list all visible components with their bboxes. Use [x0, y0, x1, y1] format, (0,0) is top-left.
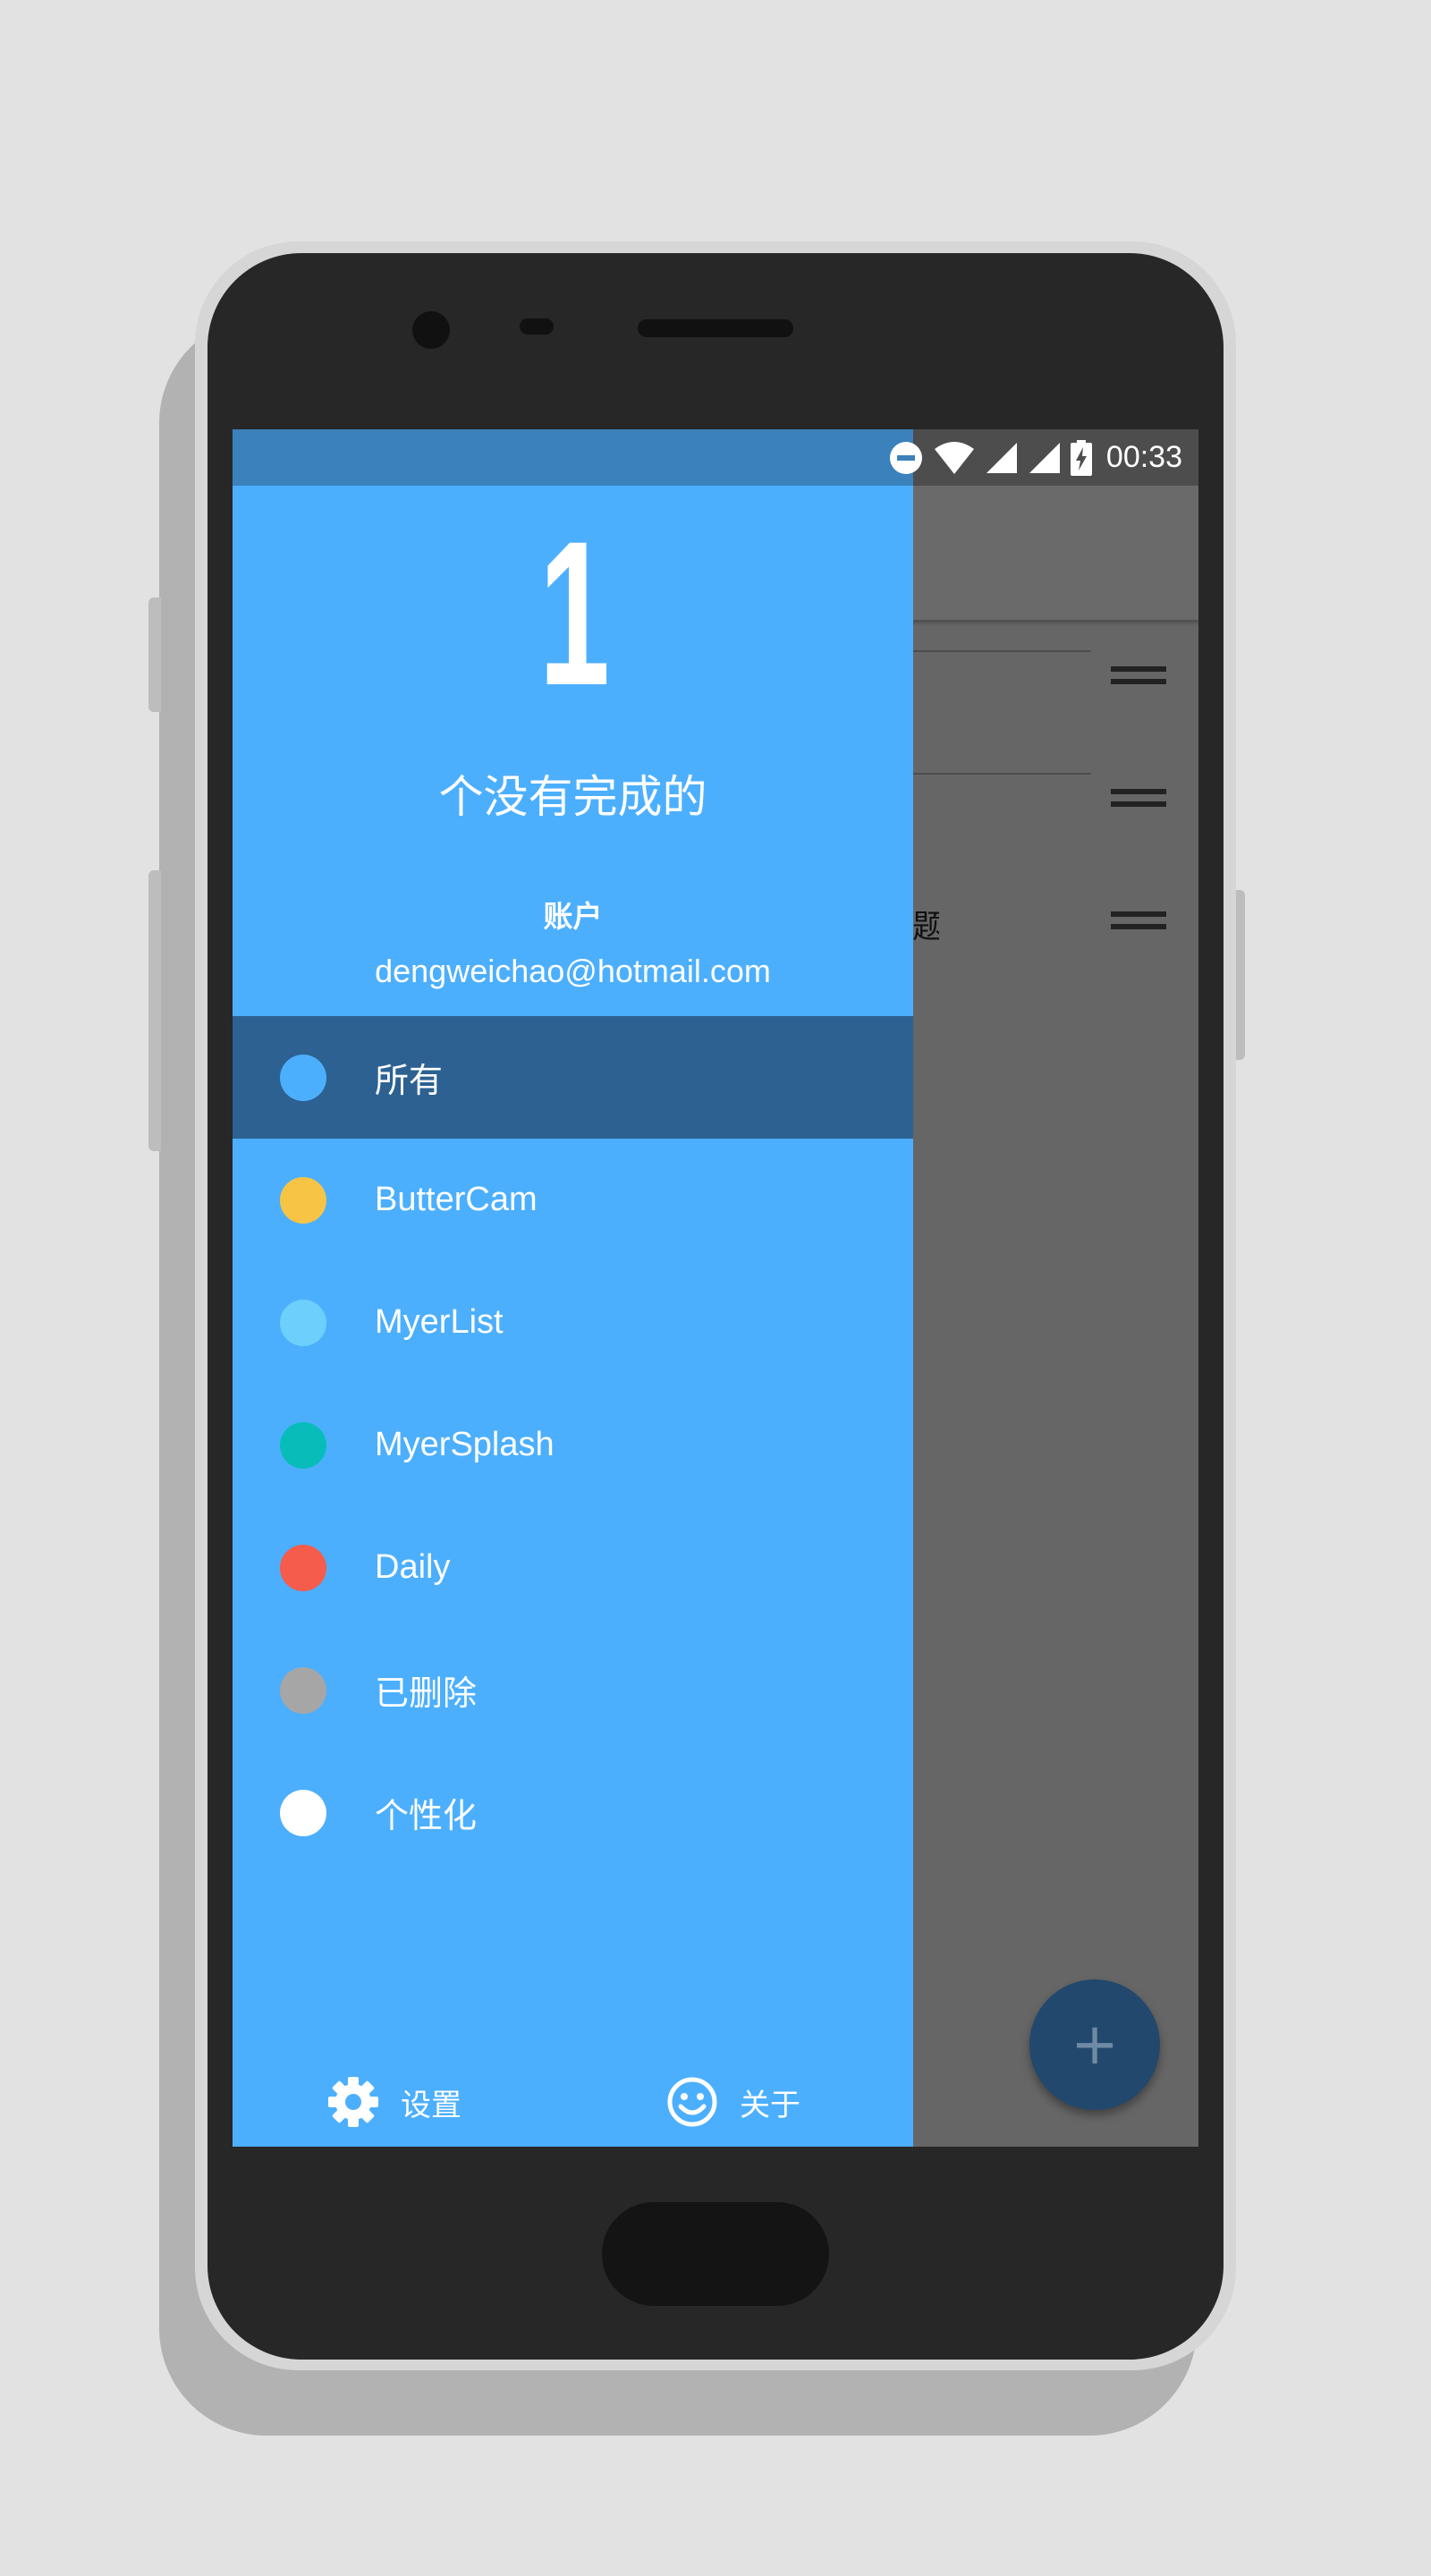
account-email[interactable]: dengweichao@hotmail.com: [233, 953, 913, 990]
smiley-icon: [667, 2077, 717, 2127]
do-not-disturb-icon: [889, 441, 922, 474]
category-color-dot: [280, 1544, 326, 1591]
plus-icon: +: [1071, 2012, 1119, 2078]
category-color-dot: [280, 1299, 326, 1346]
about-label: 关于: [740, 2087, 800, 2123]
category-color-dot: [280, 1789, 326, 1836]
settings-button[interactable]: 设置: [327, 2057, 461, 2147]
account-title: 账户: [543, 899, 603, 934]
status-icons: 00:33: [888, 429, 1182, 486]
drag-handle-icon[interactable]: [1111, 666, 1166, 693]
settings-label: 设置: [401, 2087, 461, 2123]
category-label: 所有: [375, 1063, 444, 1100]
category-item-myerlist[interactable]: MyerList: [233, 1261, 913, 1384]
drawer-footer: 设置 关于: [233, 2057, 913, 2147]
navigation-drawer: 1 个没有完成的 账户 dengweichao@hotmail.com 所有 B…: [233, 486, 913, 2147]
category-item-daily[interactable]: Daily: [233, 1506, 913, 1629]
category-item-myersplash[interactable]: MyerSplash: [233, 1384, 913, 1506]
status-clock: 00:33: [1105, 440, 1182, 474]
category-label: MyerList: [375, 1303, 504, 1341]
signal-icon: [986, 442, 1017, 473]
category-label: Daily: [375, 1548, 451, 1586]
item-underline: [912, 773, 1091, 775]
gear-icon: [328, 2077, 378, 2127]
volume-up-button: [148, 597, 161, 712]
drag-handle-icon[interactable]: [1111, 789, 1166, 816]
signal-icon: [1029, 442, 1060, 473]
home-button: [602, 2202, 829, 2306]
earpiece-speaker: [638, 319, 793, 337]
front-camera: [412, 311, 450, 349]
category-item-personalize[interactable]: 个性化: [233, 1751, 913, 1874]
category-label: 个性化: [375, 1798, 478, 1835]
category-list: 所有 ButterCam MyerList MyerSplash Daily 已…: [233, 1016, 913, 1874]
list-item-text: 题: [912, 909, 939, 945]
drag-handle-icon[interactable]: [1111, 911, 1166, 938]
about-button[interactable]: 关于: [666, 2057, 800, 2147]
category-color-dot: [280, 1421, 326, 1469]
category-item-buttercam[interactable]: ButterCam: [233, 1139, 913, 1261]
phone-screen: 题 + 00:33 1 个没有完成的 账户 dengweichao@hotmai…: [233, 429, 1198, 2147]
category-label: MyerSplash: [375, 1426, 555, 1463]
category-color-dot: [280, 1666, 326, 1714]
add-task-button[interactable]: +: [1029, 1979, 1160, 2110]
category-item-deleted[interactable]: 已删除: [233, 1629, 913, 1751]
category-label: 已删除: [375, 1675, 478, 1713]
battery-charging-icon: [1070, 439, 1092, 476]
undone-count: 1: [538, 498, 610, 728]
category-item-all[interactable]: 所有: [233, 1016, 913, 1139]
volume-down-button: [148, 870, 161, 1151]
status-bar-drawer-part: [233, 429, 913, 486]
item-underline: [912, 650, 1091, 652]
proximity-sensor: [520, 318, 554, 335]
category-color-dot: [280, 1054, 326, 1101]
wifi-icon: [934, 441, 974, 474]
undone-label: 个没有完成的: [438, 771, 707, 823]
category-color-dot: [280, 1176, 326, 1224]
category-label: ButterCam: [375, 1181, 538, 1218]
